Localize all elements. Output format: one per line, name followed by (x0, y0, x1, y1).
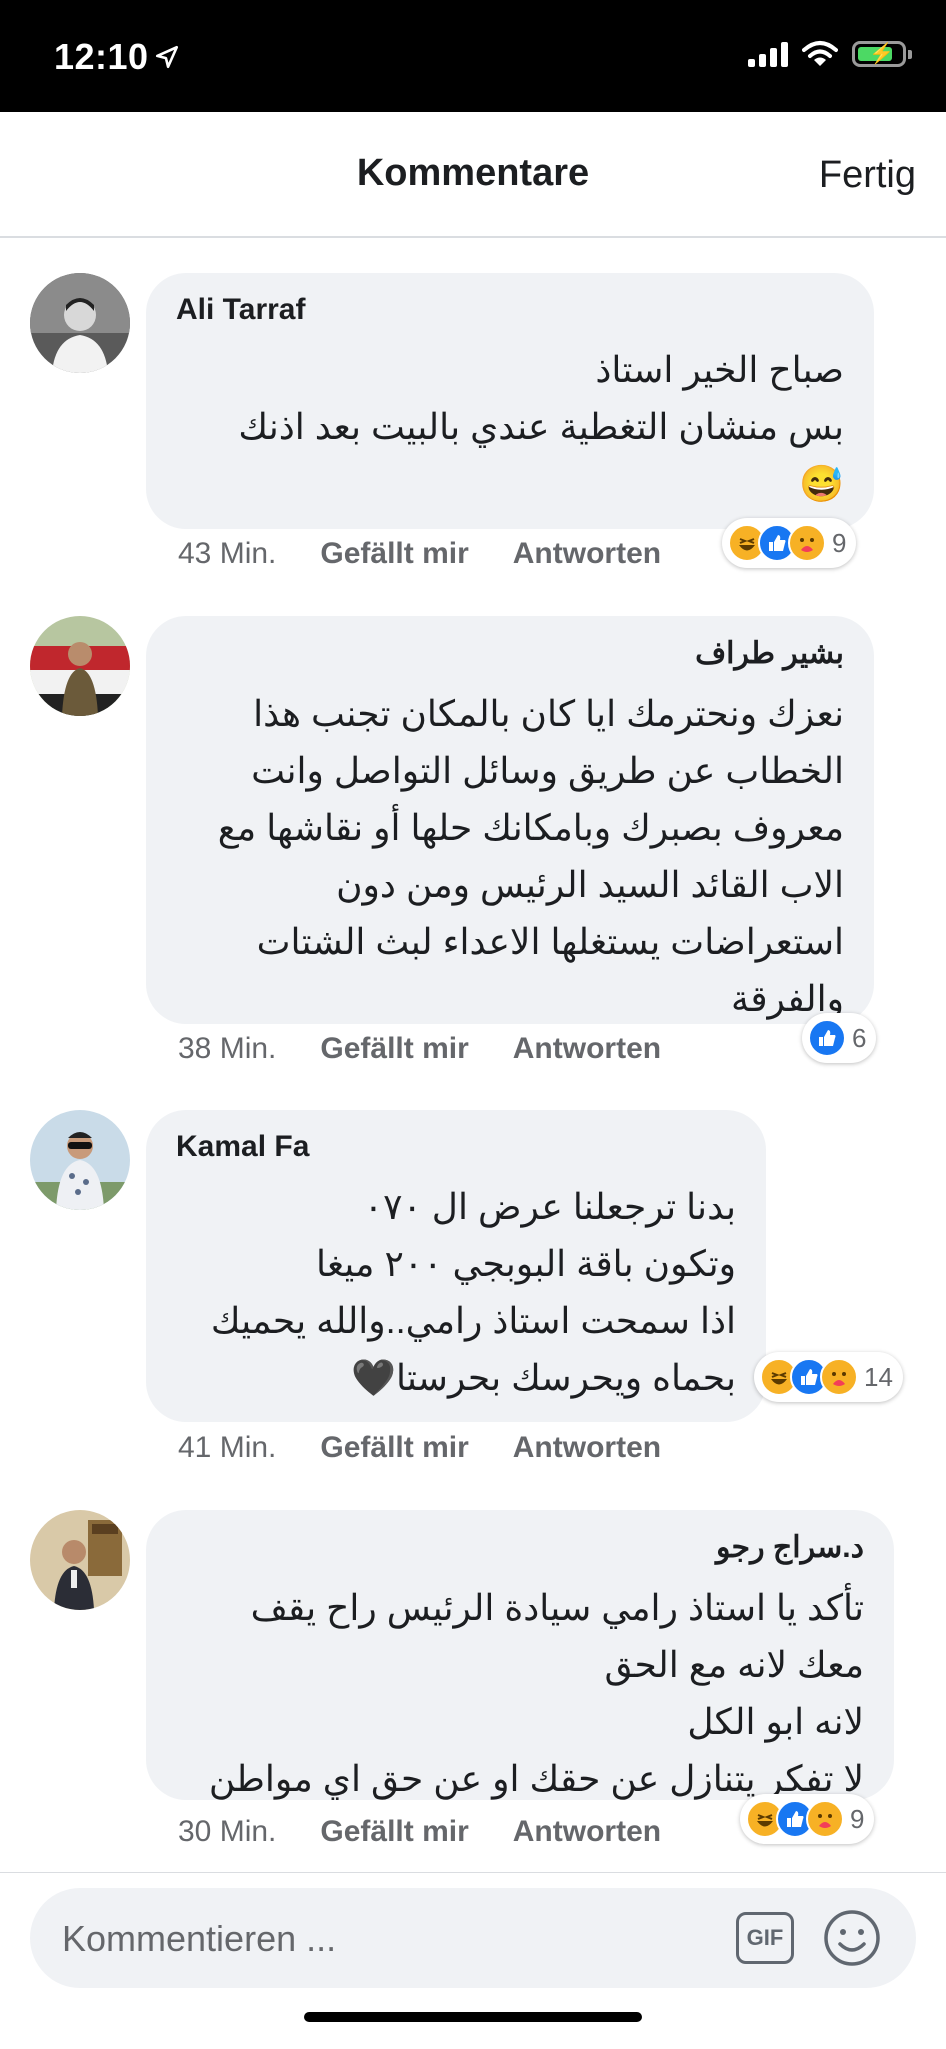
comment-meta: 38 Min. Gefällt mir Antworten (178, 1032, 661, 1066)
reaction-summary[interactable]: 6 (802, 1013, 877, 1063)
comment-input-placeholder: Kommentieren ... (62, 1918, 337, 1959)
comment-meta: 43 Min. Gefällt mir Antworten (178, 537, 661, 571)
reaction-count: 9 (850, 1803, 865, 1834)
like-button[interactable]: Gefällt mir (320, 1431, 468, 1465)
avatar[interactable] (30, 1110, 130, 1210)
reply-button[interactable]: Antworten (513, 537, 661, 571)
reply-button[interactable]: Antworten (513, 1032, 661, 1066)
reaction-count: 6 (852, 1022, 867, 1053)
care-reaction-icon (788, 524, 826, 562)
page-title: Kommentare (356, 152, 590, 194)
comment-text: تأكد يا استاذ رامي سيادة الرئيس راح يقف … (208, 1587, 864, 1799)
comment-bubble[interactable]: Kamal Fa بدنا ترجعلنا عرض ال ٠٧٠ وتكون ب… (146, 1110, 766, 1422)
comment-meta: 41 Min. Gefällt mir Antworten (178, 1431, 661, 1465)
status-time: 12:10 (54, 36, 149, 77)
avatar[interactable] (30, 616, 130, 716)
comment-time: 38 Min. (178, 1032, 277, 1065)
comment-text: صباح الخير استاذ بس منشان التغطية عندي ب… (238, 349, 844, 504)
comments-header: Kommentare Fertig (0, 112, 946, 238)
comment-bubble[interactable]: بشير طراف نعزك ونحترمك ايا كان بالمكان ت… (146, 616, 874, 1024)
like-reaction-icon (808, 1019, 846, 1057)
comment-author[interactable]: Ali Tarraf (176, 293, 844, 327)
reaction-count: 9 (832, 527, 847, 558)
avatar[interactable] (30, 273, 130, 373)
battery-charging-icon: ⚡ (852, 41, 912, 67)
comment-time: 41 Min. (178, 1431, 277, 1464)
comment-text: نعزك ونحترمك ايا كان بالمكان تجنب هذا ال… (217, 693, 844, 1019)
comment-time: 43 Min. (178, 537, 277, 570)
comment-input[interactable]: Kommentieren ... GIF (30, 1888, 916, 1988)
emoji-icon[interactable] (822, 1908, 882, 1968)
comment-author[interactable]: Kamal Fa (176, 1130, 736, 1164)
reaction-summary[interactable]: 14 (754, 1352, 903, 1402)
comment-text: بدنا ترجعلنا عرض ال ٠٧٠ وتكون باقة البوب… (210, 1186, 736, 1398)
comment-author[interactable]: بشير طراف (176, 636, 844, 671)
like-button[interactable]: Gefällt mir (320, 1032, 468, 1066)
home-indicator[interactable] (304, 2012, 642, 2022)
reply-button[interactable]: Antworten (513, 1815, 661, 1849)
reply-button[interactable]: Antworten (513, 1431, 661, 1465)
care-reaction-icon (820, 1358, 858, 1396)
comment-time: 30 Min. (178, 1815, 277, 1848)
reaction-summary[interactable]: 9 (722, 518, 857, 568)
cellular-signal-icon (748, 41, 788, 67)
comment-meta: 30 Min. Gefällt mir Antworten (178, 1815, 661, 1849)
comment-author[interactable]: د.سراج رجو (176, 1530, 864, 1565)
reaction-summary[interactable]: 9 (740, 1794, 875, 1844)
care-reaction-icon (806, 1800, 844, 1838)
comment-bubble[interactable]: د.سراج رجو تأكد يا استاذ رامي سيادة الرئ… (146, 1510, 894, 1800)
location-arrow-icon (155, 45, 179, 69)
avatar[interactable] (30, 1510, 130, 1610)
comment-bubble[interactable]: Ali Tarraf صباح الخير استاذ بس منشان الت… (146, 273, 874, 529)
like-button[interactable]: Gefällt mir (320, 537, 468, 571)
wifi-icon (802, 41, 838, 66)
gif-button[interactable]: GIF (736, 1912, 794, 1964)
done-button[interactable]: Fertig (819, 154, 916, 197)
like-button[interactable]: Gefällt mir (320, 1815, 468, 1849)
status-bar: 12:10 ⚡ (0, 0, 946, 112)
reaction-count: 14 (864, 1361, 893, 1392)
